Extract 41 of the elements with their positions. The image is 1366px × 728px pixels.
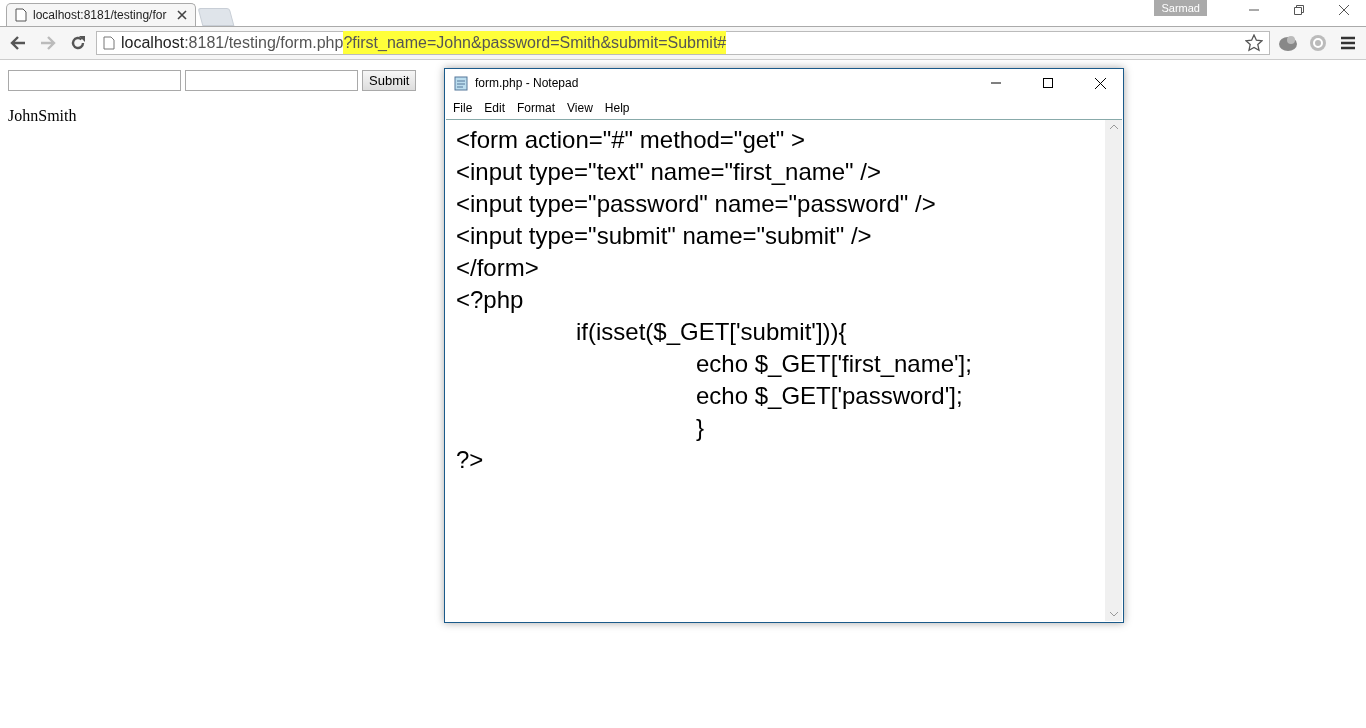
extension-icon[interactable] [1278, 34, 1298, 52]
code-line: echo $_GET['first_name']; [695, 349, 972, 379]
code-line: ?> [456, 445, 484, 475]
scroll-up-icon[interactable] [1109, 124, 1118, 129]
window-title: form.php - Notepad [475, 76, 580, 90]
menu-item[interactable]: File [447, 101, 479, 115]
maximize-icon[interactable] [1043, 78, 1053, 88]
menu-item[interactable]: Edit [478, 101, 512, 115]
code-line: <input type="submit" name="submit" /> [456, 221, 872, 251]
output-text: JohnSmith [8, 107, 77, 125]
browser-tab[interactable]: localhost:8181/testing/for [6, 3, 196, 26]
code-line: <?php [456, 285, 524, 315]
menu-item[interactable]: Format [511, 101, 562, 115]
reload-icon[interactable] [70, 35, 86, 51]
page-icon [15, 8, 27, 22]
code-line: if(isset($_GET['submit'])){ [575, 317, 847, 347]
address-bar[interactable]: localhost:8181/testing/form.php?first_name=John&password=Smith&submit=Submit# [96, 31, 1270, 55]
close-icon[interactable] [1094, 77, 1106, 89]
close-icon[interactable] [1338, 5, 1349, 15]
scroll-down-icon[interactable] [1109, 612, 1118, 617]
menu-item[interactable]: View [561, 101, 599, 115]
code-line: <input type="password" name="password" /> [456, 189, 936, 219]
code-line: <input type="text" name="first_name" /> [456, 157, 881, 187]
menu-item[interactable]: Help [598, 101, 636, 115]
code-line: <form action="#" method="get" > [456, 125, 805, 155]
menu-icon[interactable] [1340, 36, 1356, 50]
notepad-icon [453, 75, 469, 91]
text-field[interactable] [8, 70, 181, 91]
star-icon[interactable] [1245, 34, 1263, 52]
code-line: </form> [456, 253, 539, 283]
page-icon [103, 36, 115, 50]
tab-title: localhost:8181/testing/for [33, 8, 168, 22]
code-line: } [695, 413, 704, 443]
text-field[interactable] [185, 70, 358, 91]
submit-button[interactable]: Submit [362, 70, 417, 91]
back-icon[interactable] [10, 36, 26, 50]
scrollbar[interactable] [1105, 120, 1122, 621]
close-icon[interactable] [177, 10, 187, 20]
restore-icon[interactable] [1293, 5, 1304, 15]
url-text: localhost:8181/testing/form.php?first_name=John&password=Smith&submit=Submit# [121, 34, 1239, 52]
code-line: echo $_GET['password']; [695, 381, 963, 411]
